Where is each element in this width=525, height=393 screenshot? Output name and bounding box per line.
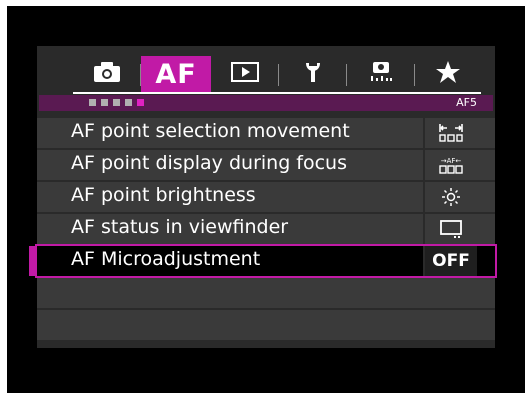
- custom-function-icon: [366, 60, 396, 88]
- menu-item-label: AF point brightness: [71, 184, 256, 206]
- page-indicator-bar: AF5: [39, 95, 493, 111]
- menu-panel: AF AF5 AF point selection movement AF po…: [29, 46, 497, 348]
- menu-item-af-point-display-during-focus[interactable]: AF point display during focus →AF←: [37, 150, 495, 180]
- page-label: AF5: [456, 96, 477, 109]
- tab-af-label: AF: [155, 58, 197, 90]
- page-dots: [89, 99, 144, 106]
- viewfinder-icon: [423, 214, 477, 244]
- menu-item-af-microadjustment[interactable]: AF Microadjustment OFF: [29, 244, 497, 278]
- menu-item-af-status-in-viewfinder[interactable]: AF status in viewfinder: [37, 214, 495, 244]
- page-dot: [113, 99, 120, 106]
- play-icon: [230, 61, 260, 87]
- menu-list: AF point selection movement AF point dis…: [29, 118, 497, 342]
- af-point-display-icon: →AF←: [423, 150, 477, 180]
- brightness-icon: [423, 182, 477, 212]
- tab-playback[interactable]: [211, 56, 279, 92]
- page-dot: [125, 99, 132, 106]
- svg-text:→AF←: →AF←: [441, 157, 462, 165]
- menu-item-label: AF point display during focus: [71, 152, 348, 174]
- menu-item-value: OFF: [423, 246, 477, 276]
- tab-mymenu[interactable]: [415, 56, 481, 92]
- tab-setup[interactable]: [279, 56, 347, 92]
- menu-item-label: AF Microadjustment: [71, 248, 261, 270]
- star-icon: [435, 60, 461, 88]
- menu-item-label: AF status in viewfinder: [71, 216, 289, 238]
- menu-item-label: AF point selection movement: [71, 120, 350, 142]
- wrench-icon: [302, 60, 324, 88]
- camera-icon: [92, 61, 122, 87]
- menu-item-af-point-brightness[interactable]: AF point brightness: [37, 182, 495, 212]
- tab-shooting[interactable]: [73, 56, 141, 92]
- page-dot: [89, 99, 96, 106]
- tab-custom[interactable]: [347, 56, 415, 92]
- af-point-movement-icon: [423, 118, 477, 148]
- menu-item-empty: [37, 310, 495, 340]
- page-dot: [101, 99, 108, 106]
- camera-screen: AF AF5 AF point selection movement AF po…: [7, 6, 525, 393]
- menu-tabs: AF: [73, 56, 481, 94]
- menu-item-empty: [37, 278, 495, 308]
- tab-af[interactable]: AF: [141, 56, 211, 92]
- menu-item-af-point-selection-movement[interactable]: AF point selection movement: [37, 118, 495, 148]
- page-dot-active: [137, 99, 144, 106]
